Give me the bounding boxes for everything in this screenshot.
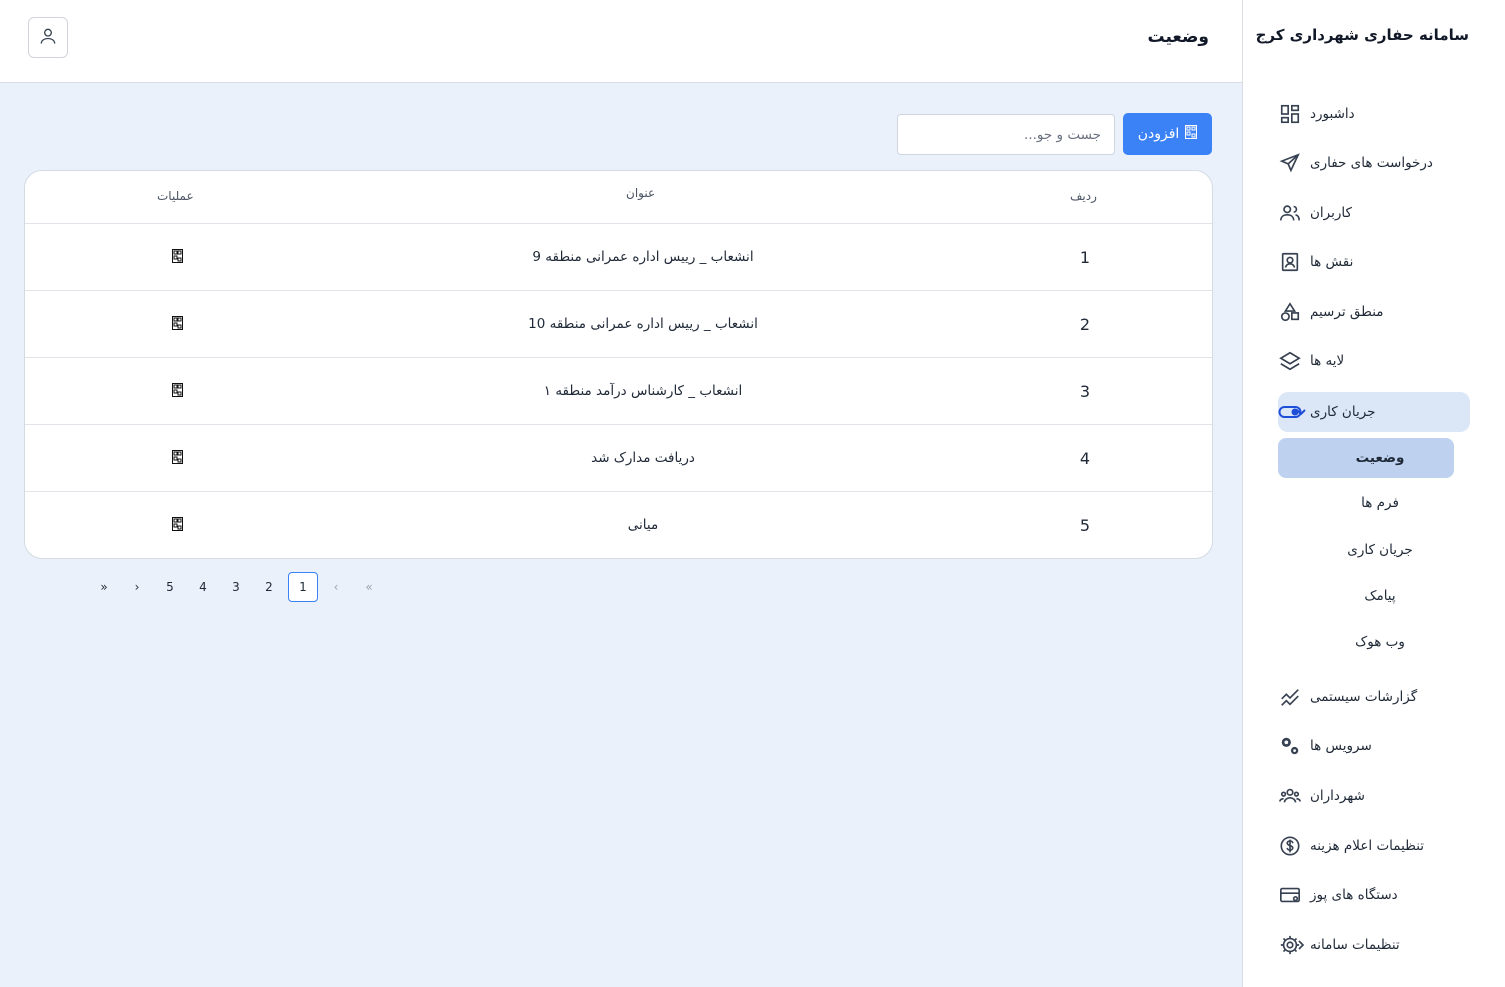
sidebar-subitem-label: فرم ها (1361, 495, 1399, 511)
sidebar-subitem-label: جریان کاری (1347, 542, 1413, 558)
card-icon (1278, 883, 1302, 907)
sidebar-subitem-label: پیامک (1364, 588, 1396, 604)
row-number: 4 (1079, 449, 1091, 468)
row-number: 2 (1079, 315, 1091, 334)
row-number: 3 (1079, 382, 1091, 401)
layers-icon (1278, 349, 1302, 373)
column-header-title: عنوان (626, 186, 656, 200)
sidebar-item-label: منطق ترسیم (1310, 304, 1384, 320)
sidebar-subitem-status[interactable]: وضعیت (1278, 438, 1454, 478)
pagination-first[interactable]: « (354, 572, 384, 602)
table-row: 1 انشعاب _ رییس اداره عمرانی منطقه 9 (25, 224, 1212, 291)
table-row: 5 میانی (25, 492, 1212, 558)
top-header: وضعیت (0, 0, 1242, 83)
sidebar-item-label: جریان کاری (1310, 404, 1376, 420)
sidebar-item-label: داشبورد (1310, 106, 1355, 122)
column-header-row: ردیف (1070, 189, 1097, 203)
user-menu-button[interactable] (28, 17, 68, 58)
row-action-icon[interactable] (170, 248, 184, 264)
dashboard-icon (1278, 102, 1302, 126)
pagination: » › 5 4 3 2 1 ‹ « (89, 572, 389, 604)
sidebar-item-dashboard[interactable]: داشبورد (1278, 94, 1470, 134)
sidebar-subitem-sms[interactable]: پیامک (1278, 576, 1454, 616)
row-title: دریافت مدارک شد (591, 450, 695, 466)
chevron-down-icon[interactable] (1293, 404, 1309, 420)
sidebar-item-label: دستگاه های پوز (1310, 887, 1398, 903)
status-table: ردیف عنوان عملیات 1 انشعاب _ رییس اداره … (24, 170, 1213, 559)
row-title: میانی (627, 517, 659, 533)
row-number: 5 (1079, 516, 1091, 535)
roles-icon (1278, 250, 1302, 274)
search-input[interactable] (897, 114, 1115, 155)
pagination-page-1[interactable]: 1 (288, 572, 318, 602)
sidebar-item-label: درخواست های حفاری (1310, 155, 1433, 171)
sidebar-subitem-workflow[interactable]: جریان کاری (1278, 530, 1454, 570)
main-content: افزودن ردیف عنوان عملیات 1 انشعاب _ رییس… (0, 83, 1242, 987)
pagination-last[interactable]: » (89, 572, 119, 602)
sidebar-item-services[interactable]: سرویس ها (1278, 726, 1470, 766)
app-title: سامانه حفاری شهرداری کرج (1255, 26, 1469, 44)
group-icon (1278, 784, 1302, 808)
pagination-page-4[interactable]: 4 (188, 572, 218, 602)
sidebar-item-users[interactable]: کاربران (1278, 193, 1470, 233)
sidebar-subitem-label: وب هوک (1355, 634, 1405, 650)
row-action-icon[interactable] (170, 449, 184, 465)
gears-icon (1278, 734, 1302, 758)
add-icon (1185, 125, 1198, 143)
chart-icon (1278, 685, 1302, 709)
sidebar-subitem-webhook[interactable]: وب هوک (1278, 622, 1454, 662)
chevron-left-icon[interactable] (1293, 937, 1309, 953)
sidebar-item-drawing-logic[interactable]: منطق ترسیم (1278, 292, 1470, 332)
pagination-page-5[interactable]: 5 (155, 572, 185, 602)
sidebar-item-workflow[interactable]: جریان کاری (1278, 392, 1470, 432)
add-button-label: افزودن (1137, 126, 1180, 142)
sidebar-item-label: شهرداران (1310, 788, 1365, 804)
page-title: وضعیت (1147, 27, 1209, 47)
pagination-prev[interactable]: ‹ (321, 572, 351, 602)
sidebar-item-label: نقش ها (1310, 254, 1354, 270)
sidebar-item-label: سرویس ها (1310, 738, 1372, 754)
sidebar: سامانه حفاری شهرداری کرج داشبورد درخواست… (1242, 0, 1505, 987)
sidebar-item-system-reports[interactable]: گزارشات سیستمی (1278, 677, 1470, 717)
sidebar-item-label: لایه ها (1310, 353, 1345, 369)
sidebar-item-cost-settings[interactable]: تنظیمات اعلام هزینه (1278, 826, 1470, 866)
table-header: ردیف عنوان عملیات (25, 171, 1212, 224)
sidebar-item-system-settings[interactable]: تنظیمات سامانه (1278, 925, 1470, 965)
table-row: 2 انشعاب _ رییس اداره عمرانی منطقه 10 (25, 291, 1212, 358)
sidebar-item-label: تنظیمات سامانه (1310, 937, 1400, 953)
table-row: 3 انشعاب _ کارشناس درآمد منطقه ۱ (25, 358, 1212, 425)
sidebar-item-pos-devices[interactable]: دستگاه های پوز (1278, 875, 1470, 915)
row-title: انشعاب _ رییس اداره عمرانی منطقه 9 (532, 249, 754, 265)
send-icon (1278, 151, 1302, 175)
row-number: 1 (1079, 248, 1091, 267)
sidebar-item-roles[interactable]: نقش ها (1278, 242, 1470, 282)
sidebar-subitem-label: وضعیت (1355, 450, 1405, 466)
sidebar-item-mayors[interactable]: شهرداران (1278, 776, 1470, 816)
sidebar-item-label: گزارشات سیستمی (1310, 689, 1418, 705)
pagination-page-2[interactable]: 2 (254, 572, 284, 602)
add-button[interactable]: افزودن (1123, 113, 1212, 155)
table-row: 4 دریافت مدارک شد (25, 425, 1212, 492)
sidebar-item-layers[interactable]: لایه ها (1278, 341, 1470, 381)
row-action-icon[interactable] (170, 315, 184, 331)
sidebar-item-drilling-requests[interactable]: درخواست های حفاری (1278, 143, 1470, 183)
user-icon (38, 26, 58, 50)
users-icon (1278, 201, 1302, 225)
pagination-page-3[interactable]: 3 (221, 572, 251, 602)
column-header-actions: عملیات (157, 189, 194, 203)
shapes-icon (1278, 300, 1302, 324)
row-action-icon[interactable] (170, 382, 184, 398)
row-action-icon[interactable] (170, 516, 184, 532)
row-title: انشعاب _ رییس اداره عمرانی منطقه 10 (528, 316, 758, 332)
sidebar-subitem-forms[interactable]: فرم ها (1278, 483, 1454, 523)
sidebar-item-label: تنظیمات اعلام هزینه (1310, 838, 1425, 854)
dollar-icon (1278, 834, 1302, 858)
sidebar-item-label: کاربران (1310, 205, 1352, 221)
row-title: انشعاب _ کارشناس درآمد منطقه ۱ (543, 383, 743, 399)
pagination-next[interactable]: › (122, 572, 152, 602)
